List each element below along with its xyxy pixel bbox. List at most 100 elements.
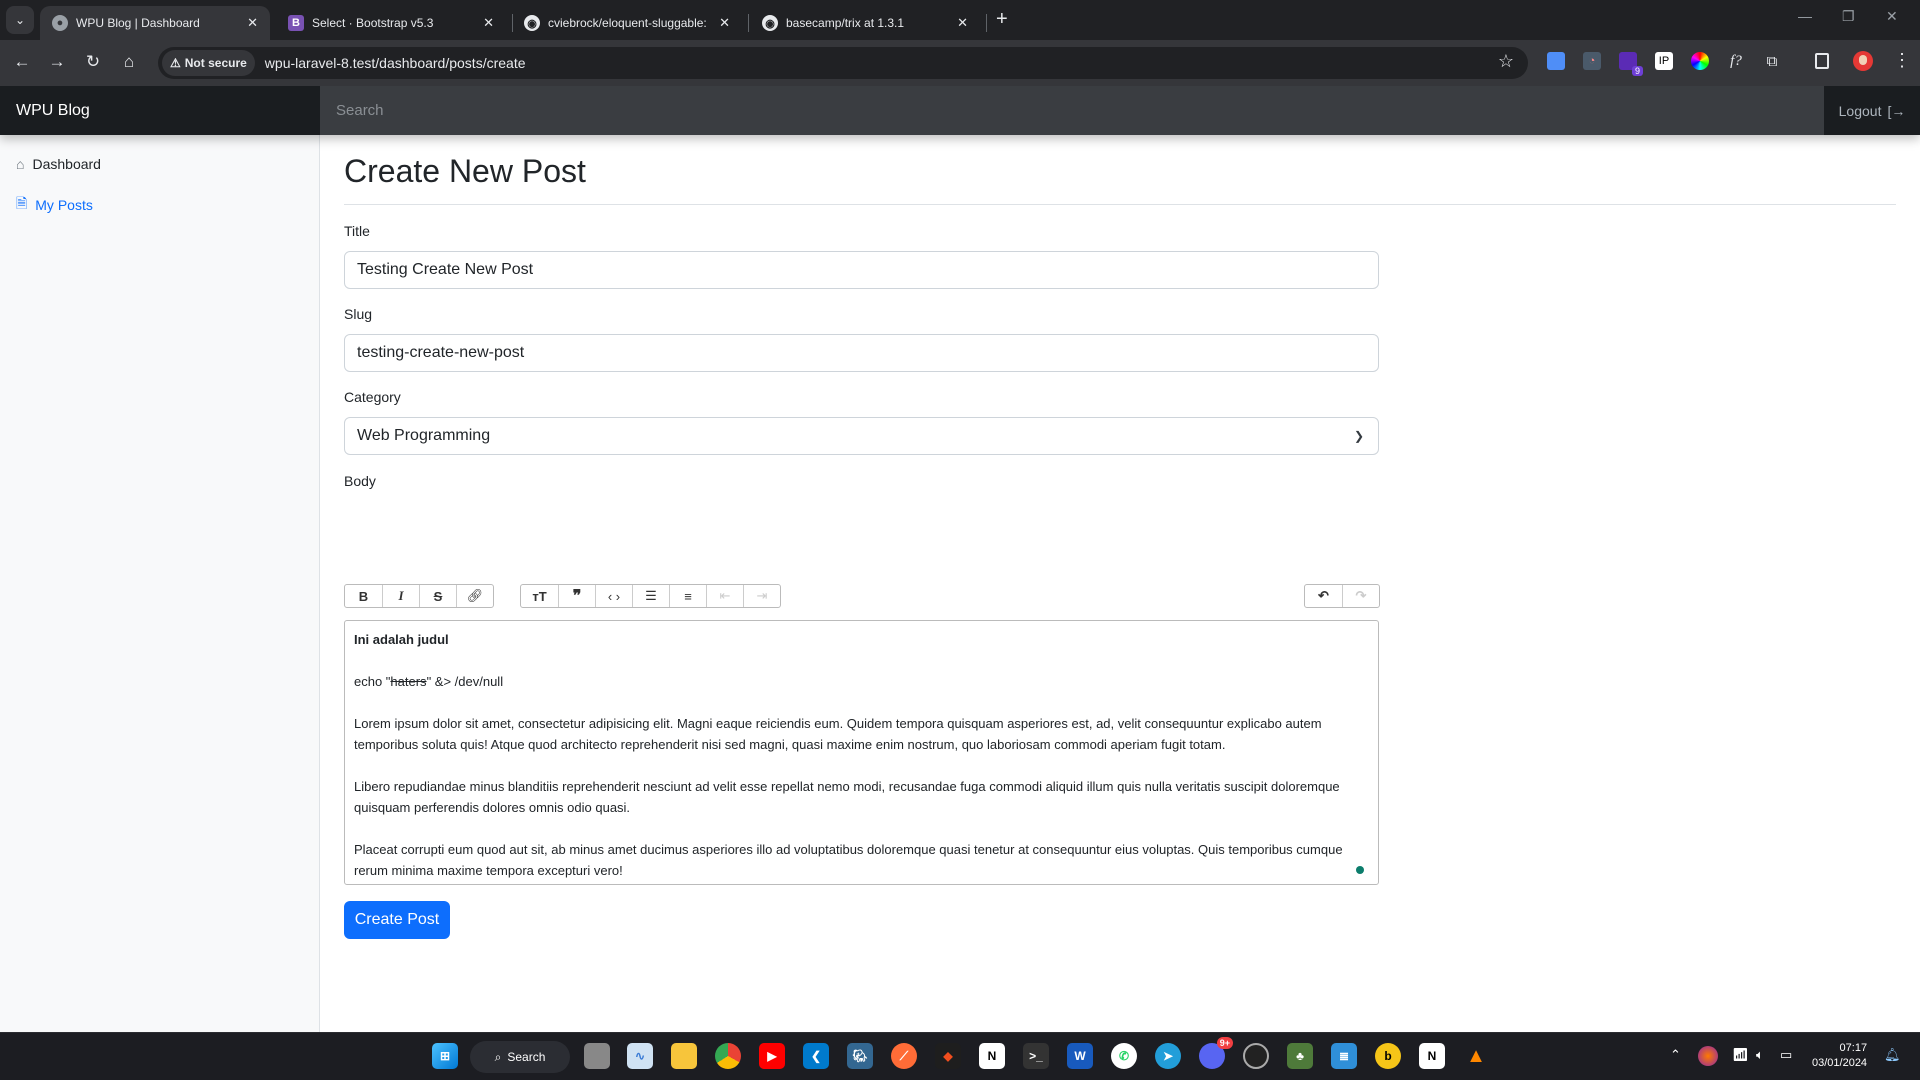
reload-button[interactable]: ↻ [82, 52, 104, 72]
tree-app-icon[interactable]: ♣ [1287, 1043, 1313, 1069]
restore-button[interactable]: ❐ [1842, 8, 1855, 25]
extension-color-picker-icon[interactable] [1691, 52, 1709, 70]
close-tab-icon[interactable]: ✕ [957, 15, 968, 31]
extensions-puzzle-icon[interactable]: ⧉ [1763, 52, 1781, 70]
minimize-button[interactable]: — [1798, 8, 1812, 24]
address-bar[interactable]: ⚠ Not secure wpu-laravel-8.test/dashboar… [158, 47, 1528, 79]
create-post-button[interactable]: Create Post [344, 901, 450, 939]
bold-button[interactable]: B [345, 585, 382, 607]
telegram-icon[interactable]: ➤ [1155, 1043, 1181, 1069]
close-tab-icon[interactable]: ✕ [247, 15, 258, 31]
file-explorer-icon[interactable] [671, 1043, 697, 1069]
taskbar-search[interactable]: ⌕ Search [470, 1041, 570, 1073]
task-view-icon[interactable] [584, 1043, 610, 1069]
terminal-icon[interactable]: >_ [1023, 1043, 1049, 1069]
bullet-list-button[interactable]: ☰ [632, 585, 669, 607]
windows-start-icon[interactable]: ⊞ [432, 1043, 458, 1069]
body-editor[interactable]: Ini adalah judul echo "haters" &> /dev/n… [344, 620, 1379, 885]
figma-icon[interactable]: ◆ [935, 1043, 961, 1069]
extension-purple-icon[interactable]: 9 [1619, 52, 1643, 76]
extension-face-icon[interactable]: ◔ [1583, 52, 1601, 70]
chrome-icon[interactable] [715, 1043, 741, 1069]
number-list-button[interactable]: ≡ [669, 585, 706, 607]
close-tab-icon[interactable]: ✕ [719, 15, 730, 31]
brand-logo[interactable]: WPU Blog [0, 86, 320, 135]
link-icon: 🔗︎ [466, 588, 484, 603]
forward-button[interactable]: → [46, 52, 68, 72]
notepad-icon[interactable]: ≣ [1331, 1043, 1357, 1069]
bookmark-star-icon[interactable]: ☆ [1498, 51, 1514, 72]
redo-button[interactable]: ↷ [1342, 585, 1379, 607]
extension-docs-icon[interactable] [1547, 52, 1565, 70]
tab-eloquent-sluggable[interactable]: ◉ cviebrock/eloquent-sluggable: E ✕ [512, 6, 742, 40]
heading-button[interactable]: тT [521, 585, 558, 607]
discord-icon[interactable]: 9+ [1199, 1037, 1233, 1069]
show-hidden-icons[interactable]: ⌃ [1670, 1047, 1681, 1063]
battery-icon[interactable]: ▭ [1780, 1047, 1792, 1063]
browser-tab-strip: ⌄ ● WPU Blog | Dashboard ✕ B Select · Bo… [0, 0, 1920, 40]
url-text[interactable]: wpu-laravel-8.test/dashboard/posts/creat… [265, 55, 526, 71]
wifi-icon[interactable]: 📶︎ [1732, 1047, 1749, 1063]
volume-icon[interactable]: 🔈︎ [1756, 1047, 1764, 1063]
discord-badge: 9+ [1216, 1037, 1233, 1049]
whatsapp-icon[interactable]: ✆ [1111, 1043, 1137, 1069]
category-select[interactable]: Web Programming ❯ [344, 417, 1379, 455]
close-tab-icon[interactable]: ✕ [483, 15, 494, 31]
text-tools-group: B I S 🔗︎ [344, 584, 494, 608]
side-panel-icon[interactable] [1815, 53, 1829, 69]
tab-wpu-blog[interactable]: ● WPU Blog | Dashboard ✕ [40, 6, 270, 40]
notion-icon-2[interactable]: N [1419, 1043, 1445, 1069]
tab-trix[interactable]: ◉ basecamp/trix at 1.3.1 ✕ [750, 6, 980, 40]
postgresql-icon[interactable]: 🐘︎ [847, 1043, 873, 1069]
indent-icon: ⇥ [756, 588, 768, 603]
increase-indent-button[interactable]: ⇥ [743, 585, 780, 607]
page-title: Create New Post [344, 153, 586, 189]
profile-avatar[interactable] [1853, 51, 1873, 71]
logout-button[interactable]: Logout [→ [1824, 86, 1920, 135]
extension-font-icon[interactable]: f? [1727, 52, 1745, 70]
vscode-icon[interactable]: ❮ [803, 1043, 829, 1069]
strike-button[interactable]: S [419, 585, 456, 607]
sidebar-item-dashboard[interactable]: ⌂ Dashboard [16, 156, 101, 172]
task-manager-icon[interactable]: ∿ [627, 1043, 653, 1069]
site-info-button[interactable]: ⚠ Not secure [162, 50, 255, 76]
bing-app-icon[interactable]: b [1375, 1043, 1401, 1069]
navbar-search-input[interactable]: Search [320, 86, 1824, 135]
obs-icon[interactable] [1243, 1043, 1269, 1069]
home-button[interactable]: ⌂ [118, 52, 140, 72]
clock-date: 03/01/2024 [1812, 1057, 1868, 1069]
tab-search-button[interactable]: ⌄ [6, 6, 34, 34]
word-icon[interactable]: W [1067, 1043, 1093, 1069]
bootstrap-icon: B [288, 15, 304, 31]
editor-toolbar: B I S 🔗︎ тT ❞ ‹ › ☰ ≡ ⇤ ⇥ ↶ ↷ [344, 584, 1380, 608]
browser-menu-icon[interactable]: ⋮ [1893, 50, 1911, 71]
title-input[interactable]: Testing Create New Post [344, 251, 1379, 289]
sidebar-item-my-posts[interactable]: 🗎 My Posts [16, 193, 93, 217]
quote-button[interactable]: ❞ [558, 585, 595, 607]
decrease-indent-button[interactable]: ⇤ [706, 585, 743, 607]
top-navbar: WPU Blog Search Logout [→ [0, 86, 1920, 135]
italic-button[interactable]: I [382, 585, 419, 607]
vlc-icon[interactable]: ▲ [1463, 1043, 1489, 1069]
clock-time: 07:17 [1839, 1042, 1868, 1054]
postman-icon[interactable]: ⟋ [891, 1043, 917, 1069]
code-button[interactable]: ‹ › [595, 585, 632, 607]
youtube-icon[interactable]: ▶ [759, 1043, 785, 1069]
notion-icon[interactable]: N [979, 1043, 1005, 1069]
link-button[interactable]: 🔗︎ [456, 585, 493, 607]
slug-input[interactable]: testing-create-new-post [344, 334, 1379, 372]
notification-bell-icon[interactable]: 🔔︎ [1884, 1047, 1901, 1063]
tray-app-icon[interactable] [1698, 1046, 1718, 1066]
new-tab-button[interactable]: + [996, 8, 1008, 31]
grammarly-icon[interactable] [1356, 866, 1364, 874]
undo-button[interactable]: ↶ [1305, 585, 1342, 607]
sidebar: ⌂ Dashboard 🗎 My Posts [0, 135, 320, 1032]
close-window-button[interactable]: ✕ [1886, 8, 1898, 25]
back-button[interactable]: ← [11, 52, 33, 72]
extension-ip-icon[interactable]: IP [1655, 52, 1673, 70]
history-tools-group: ↶ ↷ [1304, 584, 1380, 608]
italic-icon: I [398, 588, 404, 603]
tab-bootstrap-select[interactable]: B Select · Bootstrap v5.3 ✕ [276, 6, 506, 40]
editor-code-line: echo "haters" &> /dev/null [354, 674, 504, 689]
system-clock[interactable]: 07:17 03/01/2024 [1812, 1041, 1867, 1071]
